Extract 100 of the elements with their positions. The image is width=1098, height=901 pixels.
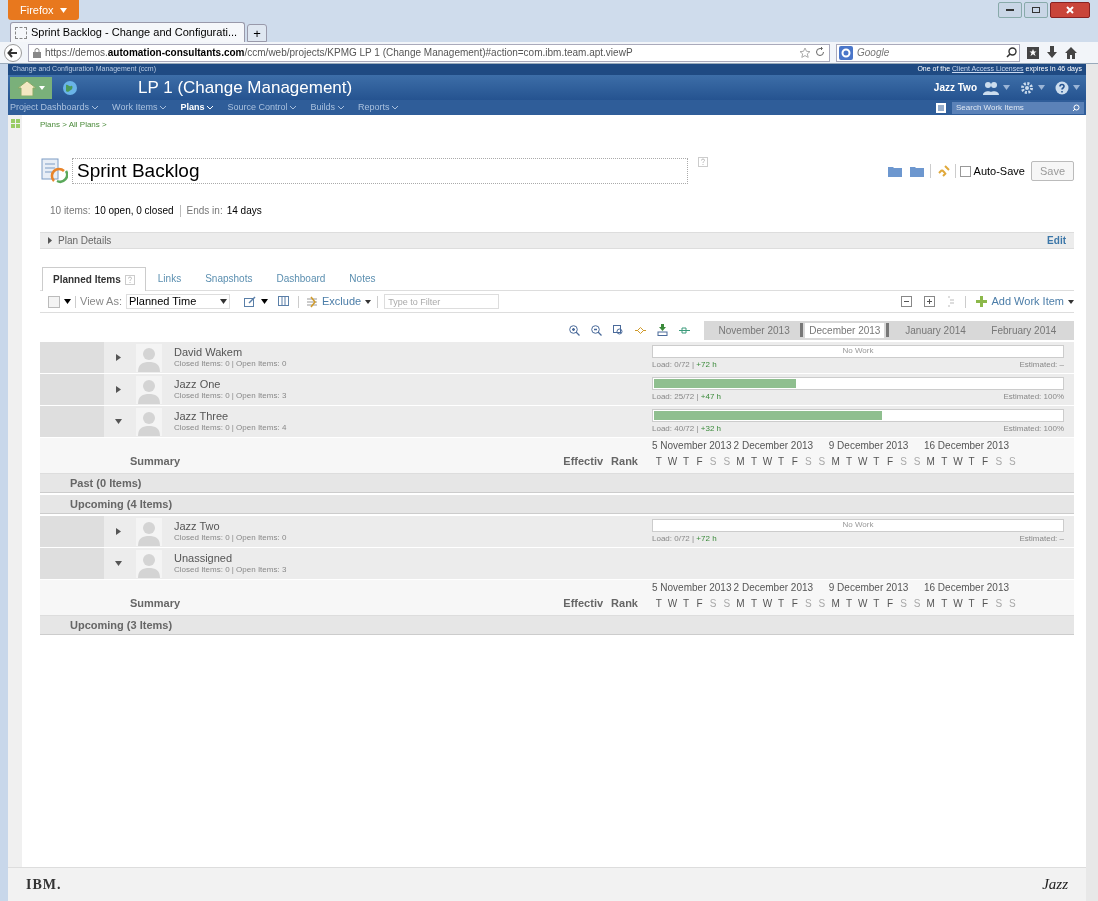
address-bar[interactable]: https://demos.automation-consultants.com/ccm/web/projects/KPMG LP 1 (Change Management)#action=com.ibm.team.apt.viewP — [28, 43, 830, 62]
day-label: W — [952, 455, 964, 469]
caret-icon — [261, 299, 268, 304]
plan-details-bar[interactable]: Plan Details Edit — [40, 232, 1074, 249]
users-icon[interactable] — [983, 80, 999, 95]
day-label: F — [695, 455, 704, 469]
tab[interactable]: Snapshots — [195, 266, 263, 290]
day-label: S — [899, 597, 908, 611]
folder-icon[interactable] — [887, 165, 902, 177]
caret-right-icon — [115, 386, 121, 393]
firefox-menu-button[interactable]: Firefox — [8, 0, 79, 20]
search-icon[interactable] — [1006, 47, 1017, 58]
caret-icon — [1068, 299, 1074, 304]
view-select[interactable]: Planned Time — [126, 294, 230, 309]
items-value: 10 open, 0 closed — [94, 204, 174, 218]
search-bar[interactable]: Google — [836, 43, 1020, 62]
globe-icon[interactable] — [62, 79, 78, 96]
owner-name[interactable]: David Wakem — [174, 345, 287, 360]
zoom-in-icon[interactable] — [569, 324, 580, 336]
owner-stats: Closed Items: 0 | Open Items: 3 — [174, 565, 287, 576]
week-label: 16 December 2013 — [923, 581, 1011, 595]
range-handle[interactable] — [886, 323, 890, 337]
plan-title-field[interactable]: Sprint Backlog — [72, 158, 688, 184]
estimated-text: Estimated: 100% — [1003, 390, 1064, 403]
week-label: 9 December 2013 — [828, 439, 910, 453]
exclude-button[interactable]: Exclude — [306, 293, 372, 310]
day-label: M — [735, 455, 746, 469]
settings-icon[interactable] — [1020, 80, 1034, 95]
estimated-text: Estimated: – — [1019, 532, 1064, 545]
browser-tab[interactable]: Sprint Backlog - Change and Configurati... — [10, 22, 245, 42]
day-label: S — [899, 455, 908, 469]
day-label: F — [885, 455, 894, 469]
filter-field[interactable]: Type to Filter — [384, 294, 500, 309]
new-tab-button[interactable]: + — [247, 24, 267, 42]
scrollbar-track[interactable] — [1086, 64, 1098, 901]
tab[interactable]: Notes — [339, 266, 386, 290]
download-icon[interactable] — [1046, 45, 1058, 60]
nav-menu[interactable]: Project Dashboards — [10, 100, 99, 115]
auto-save-checkbox[interactable] — [959, 165, 971, 177]
zoom-out-icon[interactable] — [591, 324, 602, 336]
download-icon[interactable] — [657, 324, 668, 336]
caret-icon — [1038, 85, 1045, 90]
breadcrumb[interactable]: Plans > All Plans > — [40, 119, 1074, 131]
back-icon[interactable] — [4, 43, 22, 62]
user-name[interactable]: Jazz Two — [933, 80, 977, 95]
range-handle[interactable] — [800, 323, 804, 337]
chevron-icon — [337, 105, 344, 110]
restore-icon — [1032, 7, 1040, 13]
month-scale[interactable]: November 2013 December 2013 January 2014 February 2014 — [704, 320, 1074, 340]
list-icon[interactable] — [936, 102, 946, 113]
owner-name[interactable]: Jazz One — [174, 377, 287, 392]
group-header[interactable]: Upcoming (4 Items) — [40, 495, 1074, 514]
caret-icon — [64, 299, 71, 304]
home-icon[interactable] — [1064, 45, 1078, 60]
day-label: W — [666, 455, 679, 469]
add-work-item-button[interactable]: Add Work Item — [976, 293, 1074, 310]
select-all-checkbox[interactable] — [48, 295, 60, 308]
work-item-search-field[interactable]: Search Work Items — [952, 101, 1084, 114]
nav-menu[interactable]: Builds — [310, 100, 344, 115]
nav-menu[interactable]: Work Items — [112, 100, 167, 115]
zoom-fit-icon[interactable] — [613, 324, 624, 336]
star-icon[interactable] — [799, 46, 811, 59]
owner-name[interactable]: Jazz Three — [174, 409, 287, 424]
tab[interactable]: Planned Items — [42, 267, 146, 291]
save-button[interactable]: Save — [1030, 161, 1074, 181]
restore-button[interactable] — [1024, 2, 1048, 18]
nav-menu[interactable]: Source Control — [227, 100, 297, 115]
owner-name[interactable]: Jazz Two — [174, 519, 287, 534]
caret-icon — [48, 237, 52, 244]
owner-name[interactable]: Unassigned — [174, 551, 287, 566]
collapse-all-icon[interactable] — [901, 296, 913, 307]
folder-icon[interactable] — [909, 165, 924, 177]
help-icon[interactable] — [1055, 80, 1069, 95]
day-label: W — [761, 455, 774, 469]
scroll-to-icon[interactable] — [679, 326, 690, 334]
day-label: T — [777, 455, 786, 469]
nav-menu[interactable]: Plans — [180, 100, 214, 115]
search-engine: Google — [857, 46, 890, 60]
week-label: 2 December 2013 — [733, 439, 815, 453]
bar-label: No Work — [842, 519, 874, 531]
tab[interactable]: Links — [147, 266, 192, 290]
edit-link[interactable]: Edit — [1047, 233, 1066, 248]
expand-all-icon[interactable] — [924, 296, 936, 307]
week-label: 2 December 2013 — [733, 581, 815, 595]
edit-icon[interactable] — [244, 296, 257, 307]
minimize-button[interactable] — [998, 2, 1022, 18]
group-header[interactable]: Past (0 Items) — [40, 474, 1074, 493]
columns-icon[interactable] — [278, 296, 291, 307]
tab[interactable]: Dashboard — [266, 266, 336, 290]
home-menu-button[interactable] — [10, 76, 52, 99]
day-label: F — [790, 597, 799, 611]
reload-icon[interactable] — [815, 46, 825, 57]
day-label: T — [845, 597, 854, 611]
nav-menu[interactable]: Reports — [357, 100, 399, 115]
url-text: https://demos.automation-consultants.com/ccm/web/projects/KPMG LP 1 (Change Management)#action=com.ibm.team.apt.viewP — [45, 46, 633, 60]
close-button[interactable] — [1050, 2, 1090, 18]
bookmarks-icon[interactable] — [1026, 45, 1040, 60]
day-label: T — [940, 455, 949, 469]
owner-stats: Closed Items: 0 | Open Items: 0 — [174, 359, 287, 370]
group-header[interactable]: Upcoming (3 Items) — [40, 616, 1074, 635]
